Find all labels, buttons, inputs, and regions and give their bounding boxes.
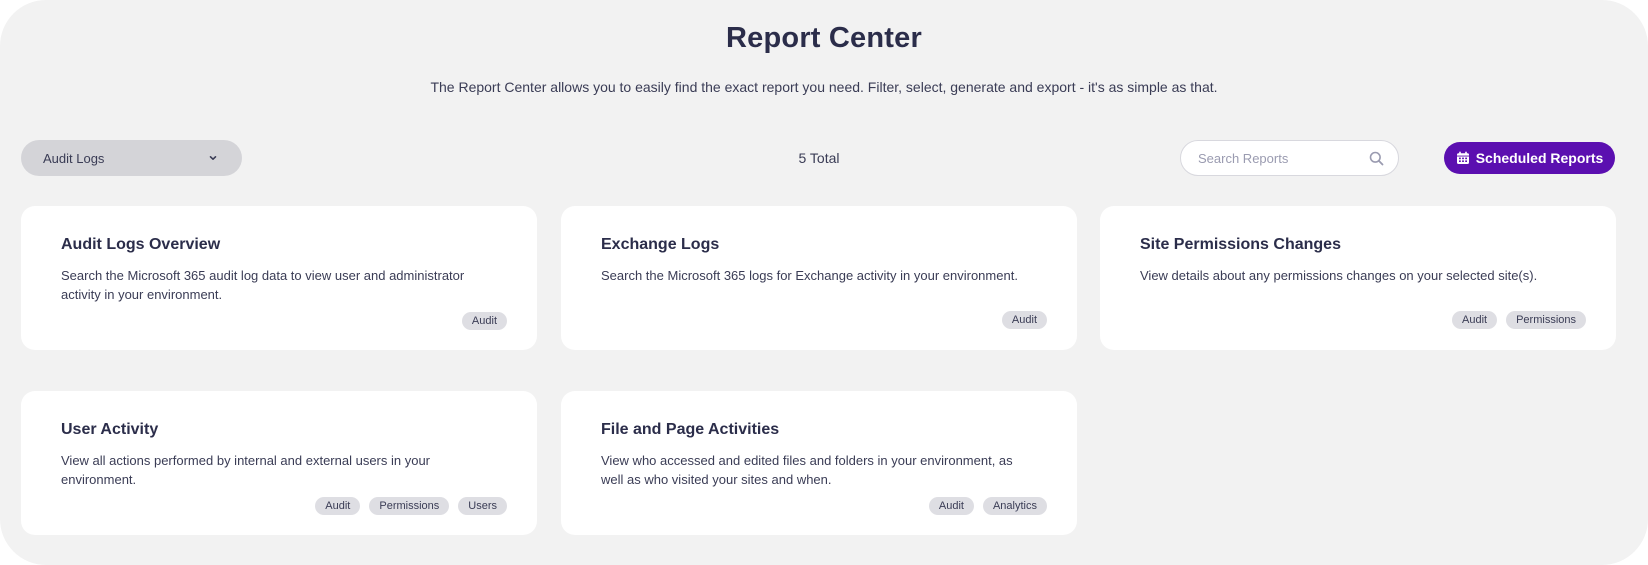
page-subtitle: The Report Center allows you to easily f… [430, 79, 1218, 95]
report-card-description: View who accessed and edited files and f… [601, 453, 1013, 487]
report-card-exchange-logs[interactable]: Exchange Logs Search the Microsoft 365 l… [561, 206, 1077, 350]
report-card-tags: Audit Analytics [928, 497, 1047, 515]
report-card-description: View details about any permissions chang… [1140, 268, 1538, 283]
report-card-title: User Activity [61, 421, 159, 438]
tag-audit: Audit [315, 497, 361, 515]
tag-audit: Audit [461, 312, 507, 330]
report-card-tags: Audit Permissions [1452, 311, 1586, 329]
report-card-description: Search the Microsoft 365 logs for Exchan… [601, 268, 1018, 283]
tag-audit: Audit [928, 497, 974, 515]
search-icon[interactable] [1369, 151, 1384, 166]
report-card-user-activity[interactable]: User Activity View all actions performed… [21, 391, 537, 535]
report-card-file-and-page-activities[interactable]: File and Page Activities View who access… [561, 391, 1077, 535]
tag-analytics: Analytics [982, 497, 1047, 515]
search-input[interactable] [1196, 149, 1369, 167]
report-center-page: Report Center The Report Center allows y… [0, 0, 1648, 565]
report-card-description: Search the Microsoft 365 audit log data … [61, 268, 465, 302]
report-card-site-permissions-changes[interactable]: Site Permissions Changes View details ab… [1100, 206, 1616, 350]
tag-permissions: Permissions [1506, 311, 1586, 329]
page-title: Report Center [726, 22, 922, 54]
report-card-tags: Audit [1001, 311, 1047, 329]
report-card-description: View all actions performed by internal a… [61, 453, 431, 487]
report-card-title: Site Permissions Changes [1140, 236, 1341, 253]
search-box [1180, 140, 1399, 176]
tag-audit: Audit [1001, 311, 1047, 329]
tag-permissions: Permissions [369, 497, 450, 515]
calendar-icon [1456, 151, 1470, 165]
scheduled-reports-label: Scheduled Reports [1475, 150, 1604, 166]
report-card-audit-logs-overview[interactable]: Audit Logs Overview Search the Microsoft… [21, 206, 537, 350]
tag-audit: Audit [1452, 311, 1498, 329]
tag-users: Users [458, 497, 507, 515]
report-card-tags: Audit [461, 312, 507, 330]
report-card-tags: Audit Permissions Users [315, 497, 507, 515]
scheduled-reports-button[interactable]: Scheduled Reports [1444, 142, 1615, 174]
report-card-title: File and Page Activities [601, 421, 780, 438]
report-card-title: Audit Logs Overview [61, 236, 221, 253]
report-card-title: Exchange Logs [601, 236, 720, 253]
